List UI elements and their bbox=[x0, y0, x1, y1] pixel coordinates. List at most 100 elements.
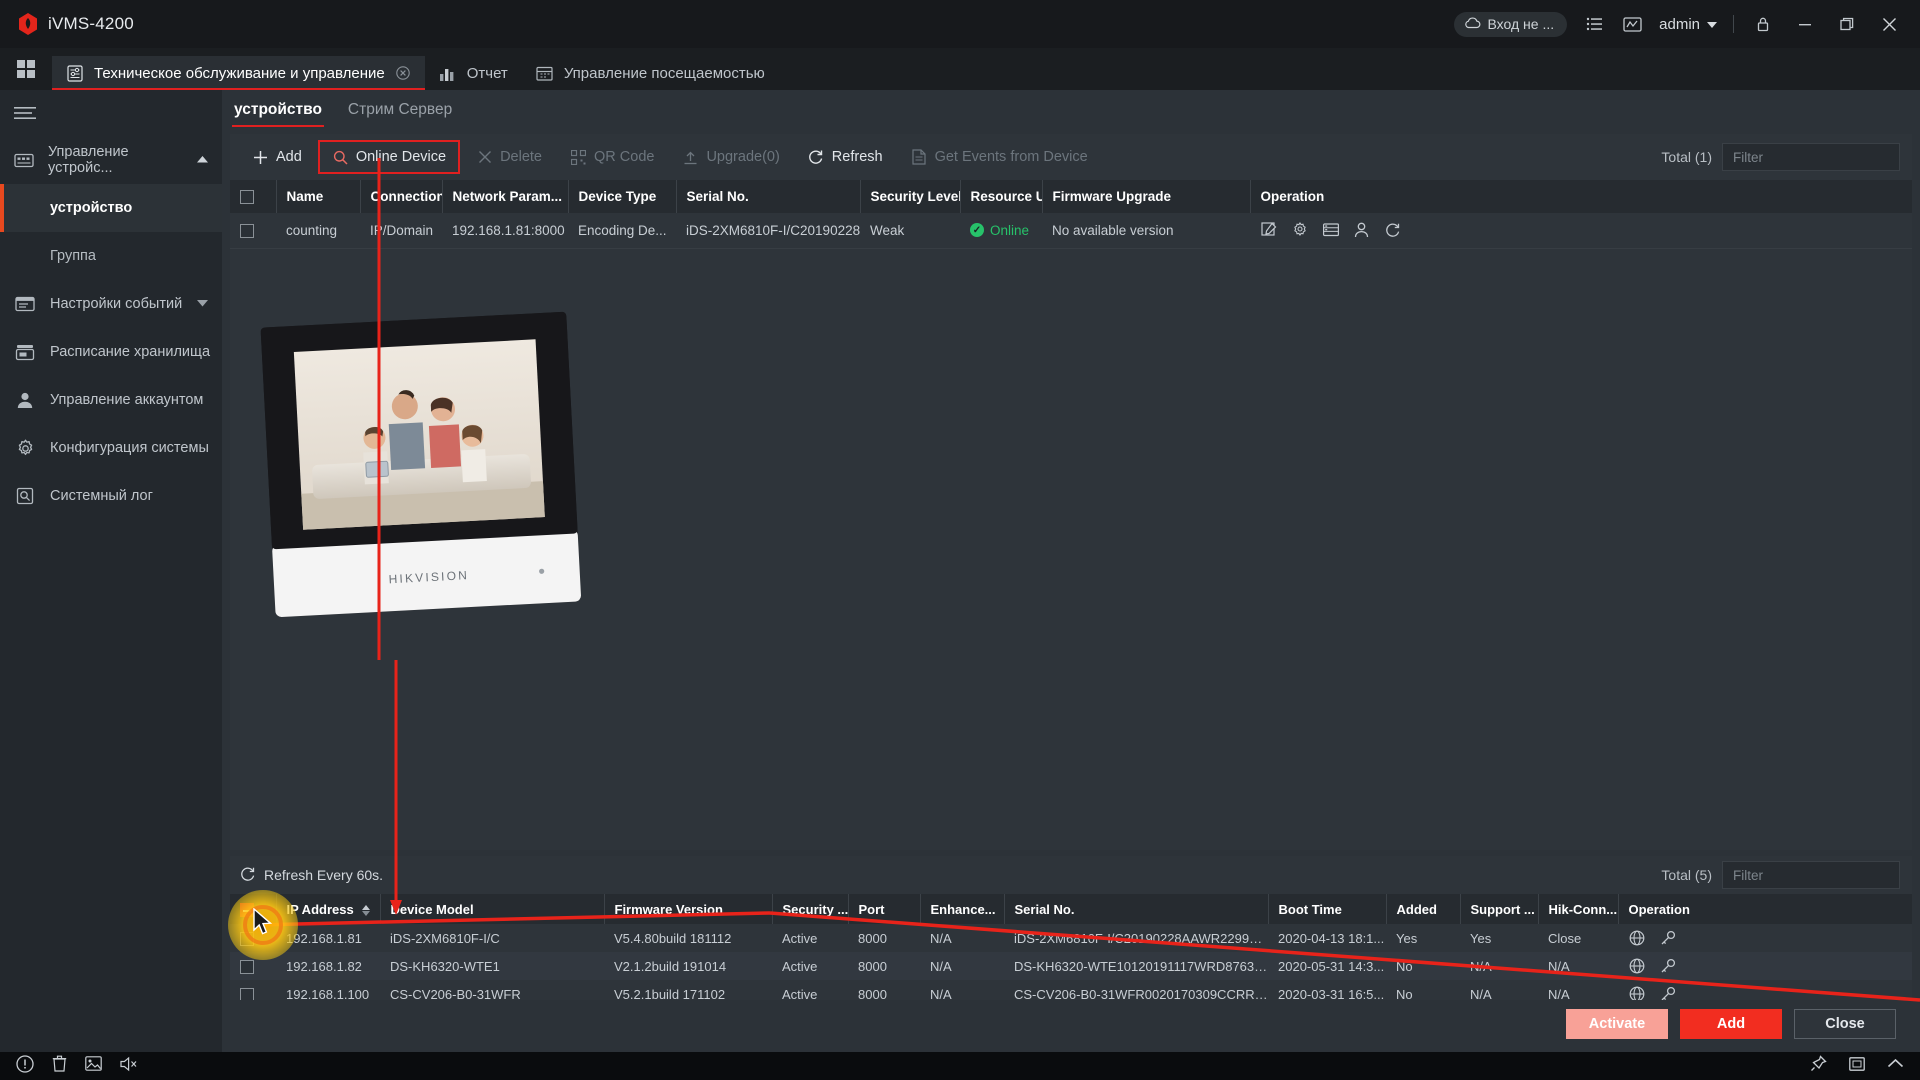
cell-support: N/A bbox=[1470, 958, 1492, 974]
col-security[interactable]: Security ... bbox=[772, 894, 849, 924]
sidebar: Управление устройс... устройство Группа … bbox=[0, 90, 222, 1080]
sidebar-collapse-icon[interactable] bbox=[0, 90, 222, 136]
sidebar-item-storage-schedule[interactable]: Расписание хранилища bbox=[0, 328, 222, 376]
col-serial-no[interactable]: Serial No. bbox=[1004, 894, 1269, 924]
pin-icon[interactable] bbox=[1810, 1055, 1827, 1077]
col-connection-type[interactable]: Connection T... bbox=[360, 180, 443, 213]
qr-code-button[interactable]: QR Code bbox=[558, 142, 666, 172]
cloud-login-button[interactable]: Вход не ... bbox=[1453, 11, 1568, 37]
image-icon[interactable] bbox=[85, 1056, 102, 1076]
refresh-every-button[interactable]: Refresh Every 60s. bbox=[240, 866, 383, 885]
col-enhance[interactable]: Enhance... bbox=[920, 894, 1005, 924]
row-checkbox[interactable] bbox=[240, 223, 254, 238]
col-support[interactable]: Support ... bbox=[1460, 894, 1539, 924]
key-icon[interactable] bbox=[1659, 958, 1676, 975]
restore-icon[interactable] bbox=[1834, 11, 1860, 37]
col-boot-time[interactable]: Boot Time bbox=[1268, 894, 1387, 924]
window-icon[interactable] bbox=[1849, 1056, 1865, 1076]
select-all-header[interactable] bbox=[230, 180, 277, 213]
col-network-param[interactable]: Network Param... bbox=[442, 180, 569, 213]
delete-button[interactable]: Delete bbox=[464, 142, 554, 172]
mute-icon[interactable] bbox=[120, 1056, 138, 1077]
close-icon[interactable] bbox=[1876, 11, 1902, 37]
online-panel-right-group: Total (5) Filter bbox=[1661, 861, 1912, 889]
col-name[interactable]: Name bbox=[276, 180, 361, 213]
close-icon[interactable] bbox=[395, 65, 411, 81]
mouse-cursor-icon bbox=[253, 907, 275, 943]
col-operation[interactable]: Operation bbox=[1618, 894, 1912, 924]
search-icon bbox=[332, 149, 349, 166]
row-checkbox[interactable] bbox=[240, 959, 254, 974]
col-hik-connect[interactable]: Hik-Conn... bbox=[1538, 894, 1619, 924]
sidebar-item-account-management[interactable]: Управление аккаунтом bbox=[0, 376, 222, 424]
upgrade-button[interactable]: Upgrade(0) bbox=[670, 142, 791, 172]
tab-maintenance[interactable]: Техническое обслуживание и управление bbox=[52, 56, 425, 91]
hikvision-logo-icon bbox=[18, 13, 38, 35]
table-row[interactable]: counting IP/Domain 192.168.1.81:8000 Enc… bbox=[230, 213, 1912, 248]
select-all-checkbox[interactable] bbox=[240, 190, 254, 205]
add-button[interactable]: Add bbox=[1680, 1009, 1782, 1039]
globe-icon[interactable] bbox=[1628, 958, 1645, 975]
sidebar-item-label: Управление устройс... bbox=[48, 144, 129, 176]
sidebar-item-group[interactable]: Группа bbox=[0, 232, 222, 280]
col-device-model[interactable]: Device Model bbox=[380, 894, 605, 924]
table-row[interactable]: 192.168.1.82 DS-KH6320-WTE1 V2.1.2build … bbox=[230, 952, 1912, 980]
row-checkbox-cell[interactable] bbox=[230, 213, 276, 248]
settings-icon[interactable] bbox=[1291, 222, 1308, 239]
main-panel: устройство Стрим Сервер Add Online Devic… bbox=[222, 90, 1920, 1080]
minimize-icon[interactable] bbox=[1792, 11, 1818, 37]
filter-input[interactable]: Filter bbox=[1722, 143, 1900, 171]
col-serial-no[interactable]: Serial No. bbox=[676, 180, 861, 213]
col-added[interactable]: Added bbox=[1386, 894, 1461, 924]
sidebar-item-device-management[interactable]: Управление устройс... bbox=[0, 136, 222, 184]
apps-grid-icon[interactable] bbox=[0, 48, 52, 90]
col-firmware-version[interactable]: Firmware Version bbox=[604, 894, 773, 924]
sidebar-item-system-configuration[interactable]: Конфигурация системы bbox=[0, 424, 222, 472]
sort-icon[interactable] bbox=[362, 904, 371, 916]
edit-icon[interactable] bbox=[1260, 222, 1277, 239]
add-button[interactable]: Add bbox=[240, 142, 314, 172]
refresh-button[interactable]: Refresh bbox=[796, 142, 895, 172]
sidebar-item-device[interactable]: устройство bbox=[0, 184, 222, 232]
online-device-button[interactable]: Online Device bbox=[317, 140, 461, 174]
tab-report[interactable]: Отчет bbox=[425, 56, 522, 90]
col-device-type[interactable]: Device Type bbox=[568, 180, 677, 213]
list-icon[interactable] bbox=[1583, 13, 1605, 35]
key-icon[interactable] bbox=[1659, 930, 1676, 947]
person-icon[interactable] bbox=[1353, 222, 1370, 239]
col-firmware-upgrade[interactable]: Firmware Upgrade bbox=[1042, 180, 1251, 213]
user-menu[interactable]: admin bbox=[1659, 16, 1717, 33]
log-icon bbox=[14, 485, 36, 507]
col-security-level[interactable]: Security Level bbox=[860, 180, 961, 213]
taskbar-right-icons bbox=[1810, 1055, 1920, 1077]
sidebar-item-system-log[interactable]: Системный лог bbox=[0, 472, 222, 520]
activate-button[interactable]: Activate bbox=[1566, 1009, 1668, 1039]
taskbar bbox=[0, 1052, 1920, 1080]
tab-device[interactable]: устройство bbox=[232, 95, 324, 127]
col-port[interactable]: Port bbox=[848, 894, 921, 924]
col-operation[interactable]: Operation bbox=[1250, 180, 1912, 213]
table-row[interactable]: 192.168.1.81 iDS-2XM6810F-I/C V5.4.80bui… bbox=[230, 924, 1912, 952]
col-resource-usage[interactable]: Resource Us... bbox=[960, 180, 1043, 213]
upload-icon bbox=[682, 149, 699, 166]
online-filter-input[interactable]: Filter bbox=[1722, 861, 1900, 889]
taskbar-left-icons bbox=[0, 1054, 138, 1078]
get-events-button[interactable]: Get Events from Device bbox=[899, 142, 1100, 172]
server-icon[interactable] bbox=[1322, 222, 1339, 239]
tab-stream-server[interactable]: Стрим Сервер bbox=[346, 95, 454, 125]
cell-enhance: N/A bbox=[930, 930, 952, 946]
user-icon bbox=[14, 389, 36, 411]
chart-icon[interactable] bbox=[1621, 13, 1643, 35]
close-button[interactable]: Close bbox=[1794, 1009, 1896, 1039]
cell-firmware: No available version bbox=[1052, 222, 1174, 238]
warning-icon[interactable] bbox=[16, 1054, 34, 1078]
tab-attendance[interactable]: Управление посещаемостью bbox=[522, 56, 779, 90]
trash-icon[interactable] bbox=[52, 1055, 67, 1077]
globe-icon[interactable] bbox=[1628, 930, 1645, 947]
cell-name: counting bbox=[286, 222, 338, 238]
sidebar-item-event-settings[interactable]: Настройки событий bbox=[0, 280, 222, 328]
chevron-down-icon bbox=[197, 299, 208, 310]
chevron-up-icon[interactable] bbox=[1887, 1057, 1904, 1076]
refresh-icon[interactable] bbox=[1384, 222, 1401, 239]
lock-icon[interactable] bbox=[1750, 11, 1776, 37]
